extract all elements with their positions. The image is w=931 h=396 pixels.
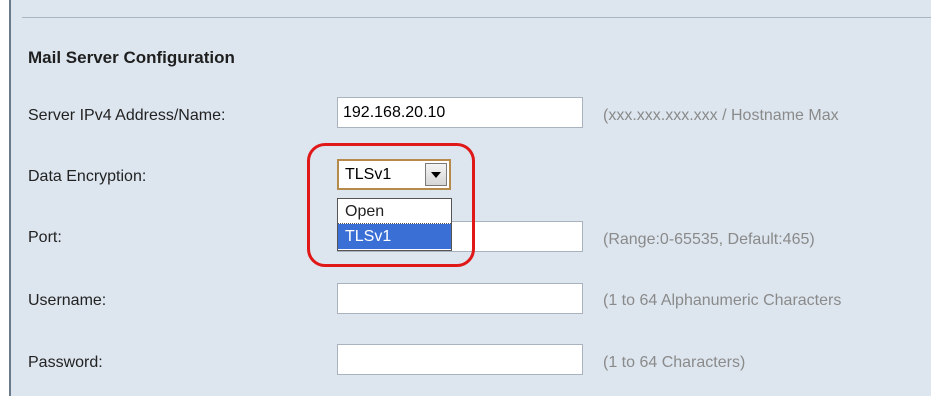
divider xyxy=(22,17,931,18)
server-label: Server IPv4 Address/Name: xyxy=(28,107,226,124)
server-hint: (xxx.xxx.xxx.xxx / Hostname Max xyxy=(603,107,839,124)
username-hint: (1 to 64 Alphanumeric Characters xyxy=(603,292,842,309)
dropdown-option-open[interactable]: Open xyxy=(338,199,451,224)
password-input[interactable] xyxy=(337,344,583,375)
encryption-selected-value: TLSv1 xyxy=(345,166,392,183)
username-input[interactable] xyxy=(337,283,583,314)
encryption-dropdown-list: Open TLSv1 xyxy=(337,198,452,251)
encryption-select[interactable]: TLSv1 xyxy=(337,159,451,190)
dropdown-option-tlsv1[interactable]: TLSv1 xyxy=(338,224,451,249)
server-address-input[interactable]: 192.168.20.10 xyxy=(337,97,583,128)
chevron-down-icon[interactable] xyxy=(425,163,447,186)
password-label: Password: xyxy=(28,354,103,371)
port-label: Port: xyxy=(28,229,62,246)
password-hint: (1 to 64 Characters) xyxy=(603,354,746,371)
section-title: Mail Server Configuration xyxy=(28,48,235,67)
encryption-label: Data Encryption: xyxy=(28,168,147,185)
username-label: Username: xyxy=(28,292,107,309)
port-hint: (Range:0-65535, Default:465) xyxy=(603,231,815,248)
